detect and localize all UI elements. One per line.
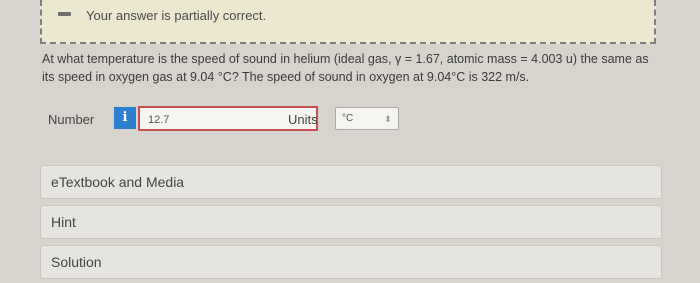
minus-icon	[58, 12, 71, 16]
question-line-1: At what temperature is the speed of soun…	[42, 52, 649, 66]
info-icon[interactable]: i	[114, 107, 136, 129]
units-value: °C	[342, 113, 354, 124]
updown-chevron-icon: ⬍	[384, 114, 392, 124]
question-line-2: its speed in oxygen gas at 9.04 °C? The …	[42, 70, 530, 84]
solution-label: Solution	[51, 254, 102, 270]
units-label: Units	[288, 112, 318, 127]
etextbook-media-panel[interactable]: eTextbook and Media	[40, 165, 662, 199]
etextbook-label: eTextbook and Media	[51, 174, 185, 190]
feedback-text: Your answer is partially correct.	[86, 8, 267, 23]
question-page: Your answer is partially correct. At wha…	[0, 0, 700, 283]
solution-panel[interactable]: Solution	[40, 245, 662, 279]
units-select[interactable]: °C ⬍	[335, 107, 399, 130]
hint-label: Hint	[51, 214, 76, 230]
answer-row: Number i 12.7 Units °C ⬍	[48, 106, 608, 132]
hint-panel[interactable]: Hint	[40, 205, 662, 239]
number-label: Number	[48, 112, 95, 127]
question-text: At what temperature is the speed of soun…	[42, 50, 662, 86]
feedback-banner: Your answer is partially correct.	[40, 0, 656, 44]
